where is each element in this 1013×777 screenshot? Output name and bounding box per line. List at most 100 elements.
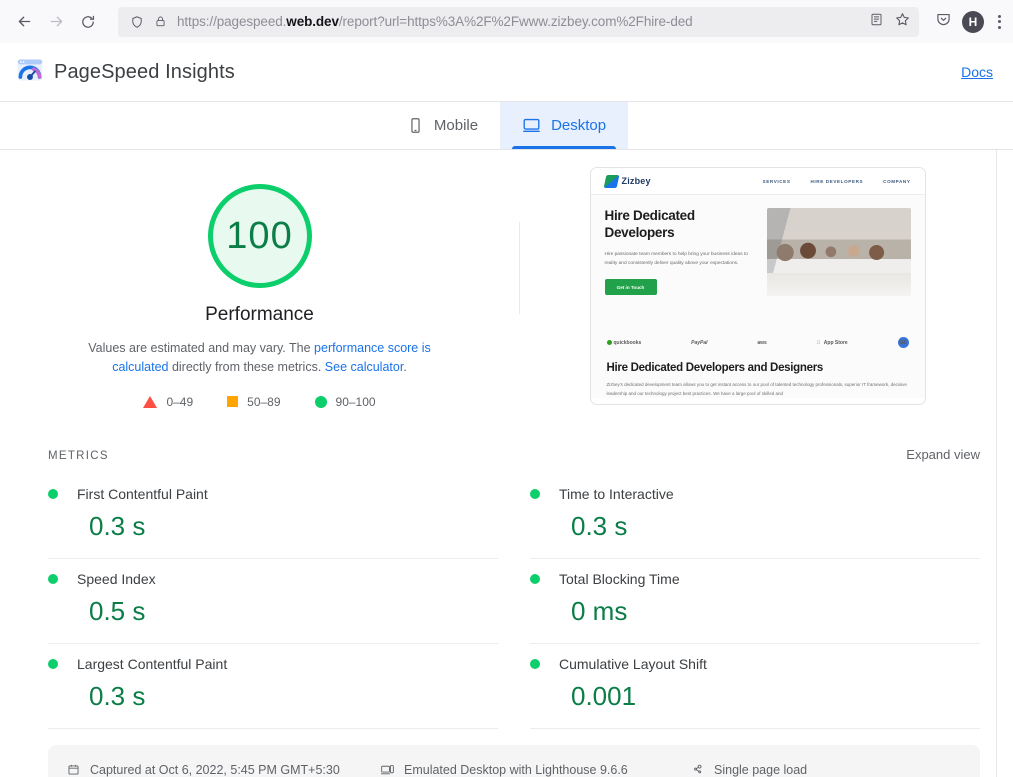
desktop-monitor-icon: [522, 116, 541, 135]
performance-label: Performance: [205, 304, 314, 326]
summary-divider: [519, 222, 520, 314]
back-button[interactable]: [8, 6, 40, 38]
metric-time-to-interactive[interactable]: Time to Interactive 0.3 s: [530, 474, 980, 559]
metrics-column-left: First Contentful Paint 0.3 s Speed Index…: [48, 474, 498, 729]
metric-value: 0.001: [571, 681, 980, 712]
legend-item-pass: 90–100: [315, 395, 376, 409]
bookmark-star-icon[interactable]: [894, 11, 911, 33]
thumb-section: Hire Dedicated Developers and Designers …: [591, 356, 925, 398]
metric-value: 0 ms: [571, 596, 980, 627]
address-bar[interactable]: https://pagespeed.web.dev/report?url=htt…: [118, 7, 919, 37]
expand-view-button[interactable]: Expand view: [906, 447, 980, 462]
browser-toolbar-actions: H: [929, 11, 1005, 33]
triangle-icon: [143, 396, 157, 408]
score-note: Values are estimated and may vary. The p…: [60, 339, 460, 378]
thumb-client-logos: quickbooks PayPal aws  App Store GE: [591, 323, 925, 356]
report-content: 100 Performance Values are estimated and…: [0, 150, 1013, 777]
tab-mobile[interactable]: Mobile: [385, 102, 500, 149]
meta-captured: Captured at Oct 6, 2022, 5:45 PM GMT+5:3…: [66, 758, 380, 777]
thumb-nav-company: COMPANY: [883, 179, 910, 184]
metrics-title: METRICS: [48, 450, 109, 462]
thumb-nav-services: SERVICES: [763, 179, 791, 184]
see-calculator-link[interactable]: See calculator: [325, 360, 404, 374]
thumb-logo-appstore:  App Store: [817, 340, 848, 346]
score-note-part2: directly from these metrics.: [168, 360, 324, 374]
tab-desktop-label: Desktop: [551, 117, 606, 134]
reload-button[interactable]: [72, 6, 104, 38]
meta-column-3: Single page load Using HeadlessChromium …: [690, 758, 985, 777]
mobile-phone-icon: [407, 117, 424, 134]
status-dot-pass: [48, 489, 58, 499]
tab-desktop[interactable]: Desktop: [500, 102, 628, 149]
thumb-nav-hire: HIRE DEVELOPERS: [811, 179, 864, 184]
docs-link[interactable]: Docs: [961, 64, 993, 80]
metrics-header: METRICS Expand view: [0, 447, 996, 462]
meta-column-2: Emulated Desktop with Lighthouse 9.6.6 C…: [380, 758, 690, 777]
score-panel: 100 Performance Values are estimated and…: [0, 158, 519, 409]
pagespeed-gauge-logo: [16, 56, 44, 89]
metric-total-blocking-time[interactable]: Total Blocking Time 0 ms: [530, 559, 980, 644]
thumb-section-title: Hire Dedicated Developers and Designers: [607, 362, 909, 374]
thumb-nav: Zizbey SERVICES HIRE DEVELOPERS COMPANY: [591, 168, 925, 195]
thumb-logo-ge: GE: [898, 337, 909, 348]
legend-range-pass: 90–100: [336, 395, 376, 409]
metric-speed-index[interactable]: Speed Index 0.5 s: [48, 559, 498, 644]
thumb-hero-photo: [767, 208, 911, 296]
metric-value: 0.3 s: [89, 681, 498, 712]
metric-first-contentful-paint[interactable]: First Contentful Paint 0.3 s: [48, 474, 498, 559]
score-legend: 0–49 50–89 90–100: [143, 395, 375, 409]
thumb-logo-quickbooks: quickbooks: [607, 340, 642, 346]
shield-icon[interactable]: [130, 15, 144, 29]
metrics-grid: First Contentful Paint 0.3 s Speed Index…: [0, 474, 996, 729]
thumb-cta-button: Get in Touch: [605, 279, 657, 295]
metric-value: 0.3 s: [89, 511, 498, 542]
account-avatar[interactable]: H: [962, 11, 984, 33]
screenshot-panel: Zizbey SERVICES HIRE DEVELOPERS COMPANY …: [519, 158, 996, 409]
metric-label: Time to Interactive: [559, 486, 674, 502]
metric-value: 0.3 s: [571, 511, 980, 542]
app-header: PageSpeed Insights Docs: [0, 43, 1013, 101]
legend-item-fail: 0–49: [143, 395, 193, 409]
kebab-menu-icon[interactable]: [994, 15, 1005, 29]
thumb-brand-label: Zizbey: [622, 176, 651, 186]
page-screenshot-thumbnail[interactable]: Zizbey SERVICES HIRE DEVELOPERS COMPANY …: [590, 167, 926, 405]
pocket-icon[interactable]: [935, 11, 952, 33]
lock-icon[interactable]: [154, 15, 167, 28]
status-dot-pass: [530, 574, 540, 584]
thumb-logo-paypal: PayPal: [691, 340, 707, 346]
meta-emulated-label: Emulated Desktop with Lighthouse 9.6.6: [404, 763, 628, 777]
thumb-nav-links: SERVICES HIRE DEVELOPERS COMPANY: [763, 179, 911, 184]
thumb-logo-aws: aws: [757, 340, 766, 346]
tab-mobile-label: Mobile: [434, 117, 478, 134]
forward-arrow-icon: [48, 13, 65, 30]
back-arrow-icon: [16, 13, 33, 30]
zizbey-logo-icon: [603, 175, 619, 188]
score-note-part1: Values are estimated and may vary. The: [88, 341, 314, 355]
circle-icon: [315, 396, 327, 408]
metric-label: Cumulative Layout Shift: [559, 656, 707, 672]
legend-range-fail: 0–49: [166, 395, 193, 409]
status-dot-pass: [48, 574, 58, 584]
meta-single-page: Single page load: [690, 758, 985, 777]
thumb-section-paragraph: Zizbey's dedicated development team allo…: [607, 381, 909, 398]
thumb-hero-text: Hire Dedicated Developers Hire passionat…: [605, 208, 757, 323]
metric-value: 0.5 s: [89, 596, 498, 627]
desktop-device-icon: [380, 763, 395, 776]
brand[interactable]: PageSpeed Insights: [16, 56, 235, 89]
metric-label: Largest Contentful Paint: [77, 656, 227, 672]
url-text[interactable]: https://pagespeed.web.dev/report?url=htt…: [177, 14, 861, 29]
metric-label: First Contentful Paint: [77, 486, 208, 502]
legend-range-average: 50–89: [247, 395, 280, 409]
performance-gauge[interactable]: 100: [208, 184, 312, 288]
metrics-column-right: Time to Interactive 0.3 s Total Blocking…: [530, 474, 980, 729]
thumb-brand: Zizbey: [605, 175, 651, 188]
metric-label: Speed Index: [77, 571, 156, 587]
metric-largest-contentful-paint[interactable]: Largest Contentful Paint 0.3 s: [48, 644, 498, 729]
score-note-part3: .: [403, 360, 406, 374]
metric-cumulative-layout-shift[interactable]: Cumulative Layout Shift 0.001: [530, 644, 980, 729]
reader-view-icon[interactable]: [869, 12, 884, 32]
forward-button[interactable]: [40, 6, 72, 38]
meta-single-page-label: Single page load: [714, 763, 807, 777]
legend-item-average: 50–89: [227, 395, 280, 409]
thumb-headline: Hire Dedicated Developers: [605, 208, 757, 242]
